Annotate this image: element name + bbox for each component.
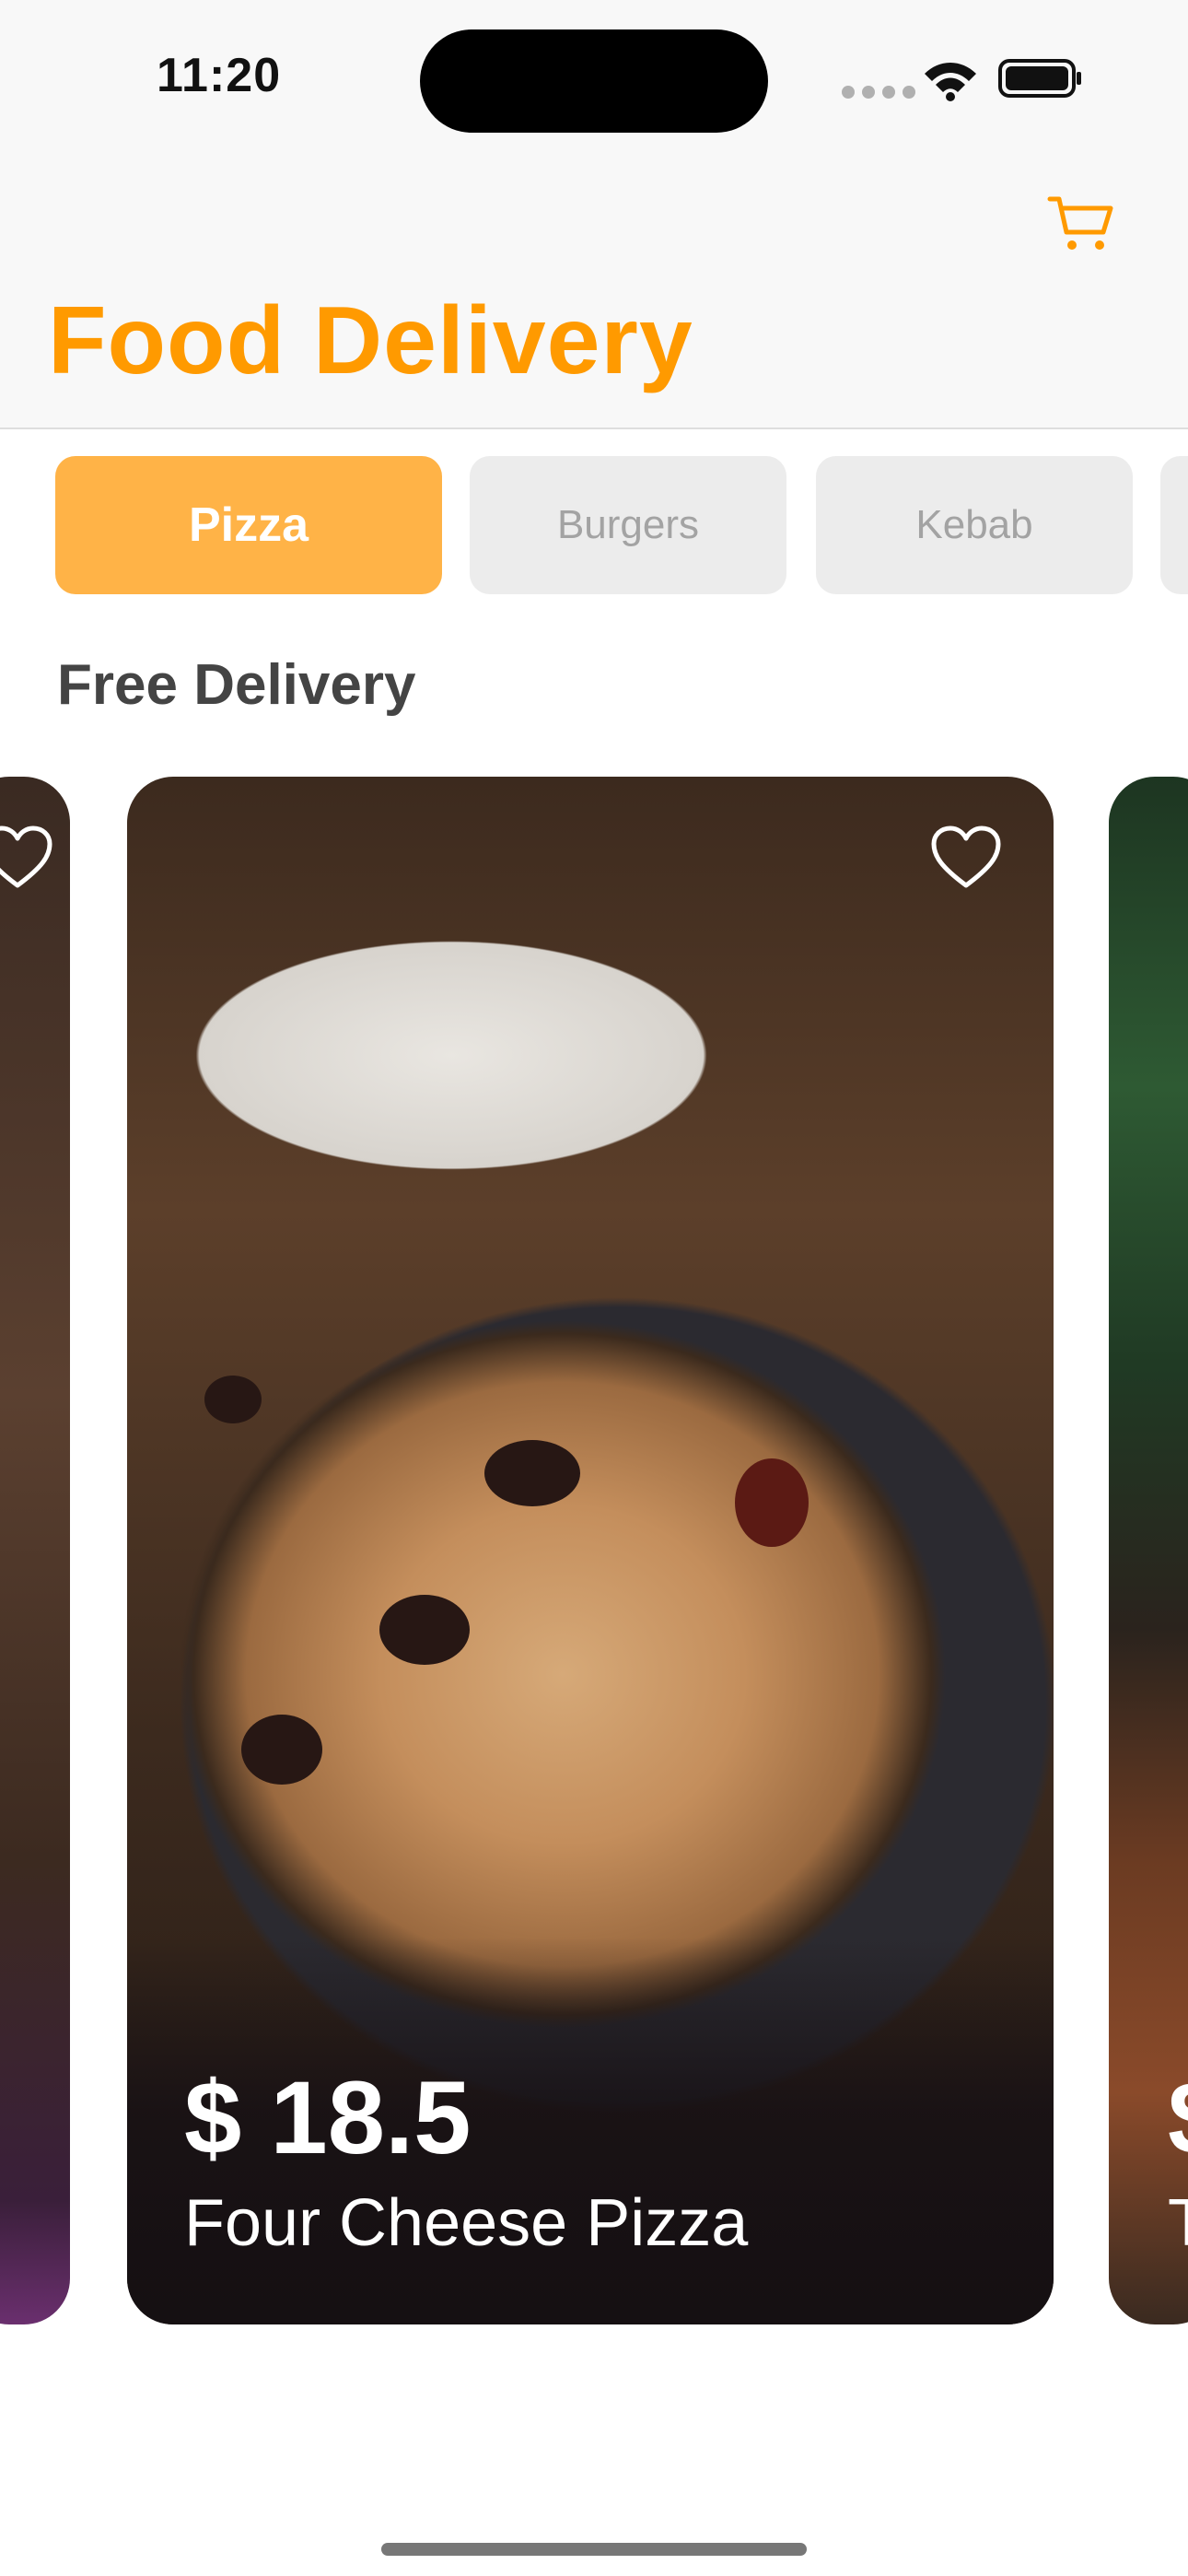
food-name: T <box>1168 2186 1188 2260</box>
olive-topping <box>379 1595 470 1665</box>
dynamic-island <box>420 29 768 133</box>
home-indicator[interactable] <box>381 2543 807 2556</box>
category-chip-kebab[interactable]: Kebab <box>816 456 1133 594</box>
heart-icon[interactable] <box>0 825 53 891</box>
wifi-icon <box>925 63 976 101</box>
status-time: 11:20 <box>157 49 282 102</box>
olive-topping <box>484 1440 580 1506</box>
heart-icon[interactable] <box>930 825 1002 891</box>
food-card-next[interactable]: $ T <box>1109 777 1188 2324</box>
cart-icon[interactable] <box>1046 193 1116 254</box>
category-chip-burgers[interactable]: Burgers <box>470 456 786 594</box>
category-chip-pizza[interactable]: Pizza <box>55 456 442 594</box>
olive-topping <box>241 1715 322 1785</box>
food-name: Four Cheese Pizza <box>184 2186 749 2260</box>
food-price: $ 18.5 <box>184 2060 472 2175</box>
food-card-four-cheese-pizza[interactable]: $ 18.5 Four Cheese Pizza <box>127 777 1054 2324</box>
food-price: $ <box>1168 2067 1188 2170</box>
page-title: Food Delivery <box>48 287 693 394</box>
navigation-header: 11:20 Food Delivery <box>0 0 1188 429</box>
category-chip-next[interactable] <box>1160 456 1188 594</box>
food-card-previous[interactable] <box>0 777 70 2324</box>
battery-icon <box>998 59 1081 98</box>
olive-topping <box>204 1376 262 1423</box>
section-title: Free Delivery <box>57 653 416 717</box>
tomato-topping <box>735 1458 809 1547</box>
cellular-signal-icon <box>842 86 915 99</box>
